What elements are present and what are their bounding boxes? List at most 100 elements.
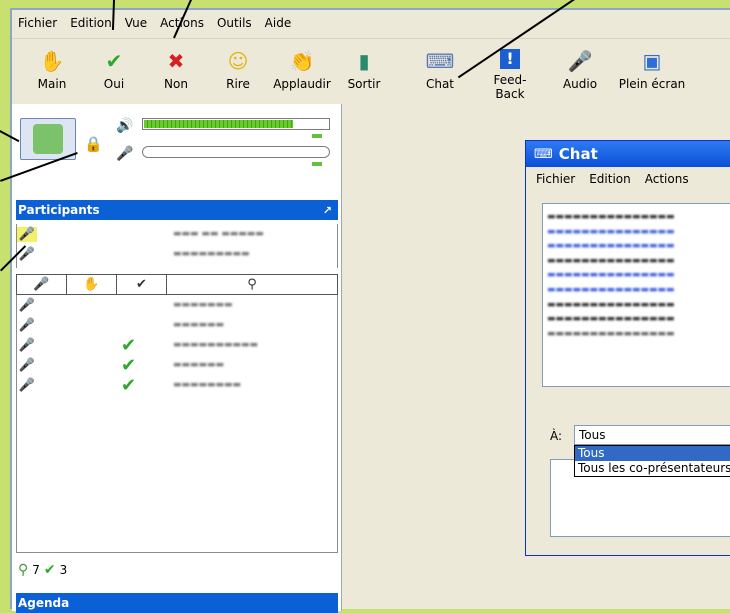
chat-titlebar[interactable]: ⌨ Chat — [526, 141, 730, 167]
fullscreen-icon: ▣ — [642, 49, 662, 73]
chat-menu-edition[interactable]: Edition — [589, 172, 631, 186]
mic-icon: 🎤 — [18, 337, 36, 353]
list-item[interactable]: 🎤 ▬▬▬▬▬▬▬▬▬ — [17, 244, 337, 264]
recipient-option-tous[interactable]: Tous — [575, 446, 730, 461]
mic-column-icon[interactable]: 🎤 — [17, 275, 67, 294]
plein-ecran-button[interactable]: ▣ Plein écran — [612, 43, 692, 91]
check-column-icon[interactable]: ✔ — [117, 275, 167, 294]
mic-volume-slider[interactable] — [312, 162, 322, 166]
check-icon: ✔ — [121, 334, 137, 356]
laugh-icon: ☺ — [227, 49, 249, 73]
hand-column-icon[interactable]: ✋ — [67, 275, 117, 294]
chat-history[interactable]: ▬▬▬▬▬▬▬▬▬▬▬▬▬▬▬ ▬▬▬▬▬▬▬▬▬▬▬▬▬▬▬ ▬▬▬▬▬▬▬▬… — [542, 203, 730, 387]
mic-icon: 🎤 — [18, 317, 36, 333]
recipient-dropdown: Tous Tous les co-présentateurs — [574, 445, 730, 477]
check-icon: ✔ — [121, 374, 137, 396]
table-row[interactable]: 🎤 ▬▬▬▬▬▬▬ — [17, 295, 337, 315]
check-icon: ✔ — [43, 562, 56, 578]
mic-icon: 🎤 — [18, 357, 36, 373]
table-row[interactable]: 🎤 ✔ ▬▬▬▬▬▬▬▬ — [17, 374, 337, 396]
menu-aide[interactable]: Aide — [265, 16, 292, 30]
self-video-box[interactable] — [20, 118, 76, 160]
chat-button[interactable]: ⌨ Chat — [410, 43, 470, 91]
participants-title: Participants — [18, 203, 100, 217]
participant-count: 7 — [32, 563, 40, 577]
chat-message: ▬▬▬▬▬▬▬▬▬▬▬▬▬▬▬ — [547, 314, 675, 325]
chat-message: ▬▬▬▬▬▬▬▬▬▬▬▬▬▬▬ — [547, 299, 675, 310]
participants-list: 🎤 ▬▬▬▬▬▬▬ 🎤 ▬▬▬▬▬▬ 🎤 ✔ ▬▬▬▬▬▬▬▬▬▬ 🎤 ✔ ▬▬… — [16, 295, 338, 553]
yes-count: 3 — [59, 563, 68, 577]
chat-message: ▬▬▬▬▬▬▬▬▬▬▬▬▬▬▬ — [547, 212, 675, 222]
chat-menu-fichier[interactable]: Fichier — [536, 172, 575, 186]
person-icon: ⚲ — [18, 562, 29, 578]
list-item[interactable]: 🎤 ▬▬▬ ▬▬ ▬▬▬▬▬ — [17, 224, 337, 244]
participant-name: ▬▬▬▬▬▬▬▬▬▬ — [173, 340, 259, 350]
left-panel: 🔒 🔊 🎤 Participants ↗ 🎤 ▬▬▬ ▬▬ ▬▬▬▬▬ 🎤 ▬▬… — [12, 104, 342, 613]
rire-label: Rire — [226, 77, 250, 91]
audio-icon: 🎤 — [567, 49, 593, 73]
table-row[interactable]: 🎤 ✔ ▬▬▬▬▬▬ — [17, 355, 337, 376]
menu-fichier[interactable]: Fichier — [18, 16, 57, 30]
menu-outils[interactable]: Outils — [217, 16, 252, 30]
mic-icon: 🎤 — [18, 297, 36, 313]
menu-vue[interactable]: Vue — [125, 16, 147, 30]
agenda-header: Agenda — [16, 593, 338, 613]
toolbar: ✋ Main ✔ Oui ✖ Non ☺ Rire 👏 Applaudir ▮ … — [12, 38, 730, 104]
recipient-label: À: — [550, 429, 563, 443]
participants-header: Participants ↗ — [16, 200, 338, 220]
mic-icon: 🎤 — [18, 377, 36, 393]
check-icon: ✔ — [105, 49, 123, 73]
person-column-icon[interactable]: ⚲ — [167, 275, 337, 294]
chat-message: ▬▬▬▬▬▬▬▬▬▬▬▬▬▬▬ — [547, 270, 675, 281]
non-button[interactable]: ✖ Non — [146, 43, 206, 91]
chat-message: ▬▬▬▬▬▬▬▬▬▬▬▬▬▬▬ — [547, 226, 675, 237]
recipient-select[interactable]: Tous — [574, 425, 730, 445]
participant-counts: ⚲ 7 ✔ 3 — [18, 562, 67, 578]
applause-icon: 👏 — [289, 49, 315, 73]
mic-icon: 🎤 — [17, 226, 37, 242]
chat-message: ▬▬▬▬▬▬▬▬▬▬▬▬▬▬▬ — [547, 284, 675, 295]
chat-label: Chat — [425, 77, 455, 91]
cross-icon: ✖ — [167, 49, 185, 73]
participant-name: ▬▬▬▬▬▬ — [173, 360, 225, 370]
chat-window-icon: ⌨ — [534, 146, 553, 162]
participants-columns-header: 🎤 ✋ ✔ ⚲ — [16, 274, 338, 295]
audio-button[interactable]: 🎤 Audio — [550, 43, 610, 91]
participant-name: ▬▬▬▬▬▬▬ — [173, 300, 233, 310]
main-label: Main — [37, 77, 67, 91]
mic-level-meter — [142, 146, 330, 158]
audio-label: Audio — [562, 77, 598, 91]
chat-window: ⌨ Chat Fichier Edition Actions ▬▬▬▬▬▬▬▬▬… — [525, 140, 730, 556]
recipient-option-co-presentateurs[interactable]: Tous les co-présentateurs — [575, 461, 730, 476]
chat-title: Chat — [558, 145, 598, 163]
chat-menu-bar: Fichier Edition Actions — [526, 167, 730, 191]
lock-icon[interactable]: 🔒 — [84, 135, 103, 153]
presenters-list: 🎤 ▬▬▬ ▬▬ ▬▬▬▬▬ 🎤 ▬▬▬▬▬▬▬▬▬ — [16, 224, 338, 268]
oui-button[interactable]: ✔ Oui — [84, 43, 144, 91]
applaudir-button[interactable]: 👏 Applaudir — [272, 43, 332, 91]
table-row[interactable]: 🎤 ✔ ▬▬▬▬▬▬▬▬▬▬ — [17, 334, 337, 356]
oui-label: Oui — [103, 77, 125, 91]
sortir-label: Sortir — [347, 77, 381, 91]
table-row[interactable]: 🎤 ▬▬▬▬▬▬ — [17, 315, 337, 335]
participant-name: ▬▬▬▬▬▬▬▬▬ — [173, 249, 250, 259]
speaker-volume-slider[interactable] — [312, 134, 322, 138]
plein-ecran-label: Plein écran — [618, 77, 686, 91]
chat-message: ▬▬▬▬▬▬▬▬▬▬▬▬▬▬▬ — [547, 328, 675, 339]
hand-icon: ✋ — [39, 49, 65, 73]
chat-menu-actions[interactable]: Actions — [645, 172, 689, 186]
rire-button[interactable]: ☺ Rire — [208, 43, 268, 91]
menu-edition[interactable]: Edition — [70, 16, 112, 30]
participant-name: ▬▬▬▬▬▬ — [173, 320, 225, 330]
feedback-label: Feed-Back — [493, 73, 527, 101]
mic-icon[interactable]: 🎤 — [116, 146, 133, 162]
speaker-icon[interactable]: 🔊 — [116, 118, 133, 134]
chat-message: ▬▬▬▬▬▬▬▬▬▬▬▬▬▬▬ — [547, 255, 675, 266]
sortir-button[interactable]: ▮ Sortir — [334, 43, 394, 91]
expand-arrow-icon[interactable]: ↗ — [323, 204, 332, 217]
application-window: Fichier Edition Vue Actions Outils Aide … — [10, 8, 730, 613]
feedback-button[interactable]: ! Feed-Back — [480, 43, 540, 101]
exit-door-icon: ▮ — [358, 49, 370, 73]
main-button[interactable]: ✋ Main — [22, 43, 82, 91]
chat-icon: ⌨ — [425, 49, 455, 73]
